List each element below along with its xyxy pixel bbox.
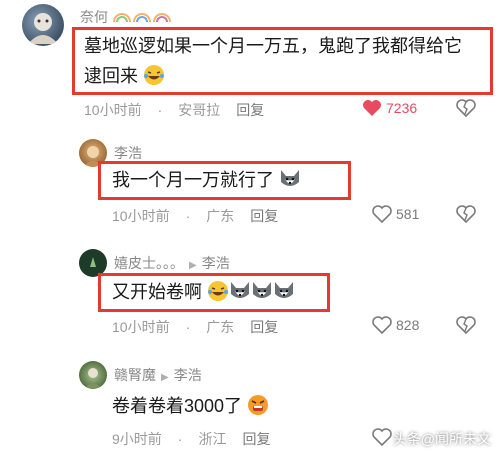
like-button[interactable]: 7236	[362, 99, 417, 117]
reply-arrow-icon: ▶	[189, 260, 197, 271]
timestamp: 9小时前	[112, 431, 162, 447]
timestamp: 10小时前	[112, 208, 170, 224]
timestamp: 10小时前	[84, 102, 142, 118]
location-dot: ·	[157, 102, 163, 118]
reply-button[interactable]: 回复	[250, 208, 278, 224]
rainbow-badge-icon	[113, 13, 171, 23]
location-dot: ·	[185, 319, 191, 335]
heart-icon	[372, 316, 392, 334]
like-count: 828	[396, 317, 420, 333]
like-button[interactable]: 581	[372, 205, 419, 223]
location-dot: ·	[177, 431, 183, 447]
username[interactable]: 奈何	[80, 7, 108, 27]
heart-icon	[372, 205, 392, 223]
comment-text: 我一个月一万就行了	[112, 167, 301, 193]
comment-text-line1: 墓地巡逻如果一个月一万五，鬼跑了我都得给它	[84, 36, 462, 56]
comment-text-line2: 逮回来	[84, 66, 138, 86]
avatar-image	[28, 13, 58, 44]
broken-heart-icon[interactable]	[456, 205, 476, 223]
username[interactable]: 嬉皮士。。。 ▶ 李浩	[114, 253, 230, 273]
comment-text: 卷着卷着3000了	[112, 393, 269, 419]
comment-meta: 10小时前 · 广东 回复	[112, 317, 294, 337]
comment-text: 又开始卷啊	[112, 279, 295, 305]
reply-arrow-icon: ▶	[161, 372, 169, 383]
avatar[interactable]	[22, 4, 64, 46]
laugh-cry-emoji	[208, 281, 229, 301]
avatar[interactable]	[79, 361, 107, 389]
location: 广东	[206, 208, 235, 224]
comment-meta: 10小时前 · 安哥拉 回复	[84, 100, 280, 120]
like-count: 581	[396, 206, 420, 222]
location: 安哥拉	[178, 102, 221, 118]
like-button[interactable]: 828	[372, 316, 419, 334]
broken-heart-icon[interactable]	[456, 316, 476, 334]
location: 浙江	[198, 431, 227, 447]
like-count: 7236	[386, 100, 418, 116]
reply-button[interactable]: 回复	[250, 319, 278, 335]
username[interactable]: 赣腎魔 ▶ 李浩	[114, 365, 202, 385]
laugh-cry-emoji	[144, 65, 165, 85]
broken-heart-icon[interactable]	[456, 99, 476, 117]
reply-to-username[interactable]: 李浩	[202, 255, 230, 271]
husky-emoji	[253, 282, 272, 298]
comment-meta: 10小时前 · 广东 回复	[112, 206, 294, 226]
reply-button[interactable]: 回复	[236, 102, 264, 118]
comment-text: 墓地巡逻如果一个月一万五，鬼跑了我都得给它 逮回来	[84, 33, 462, 89]
heart-icon[interactable]	[372, 428, 392, 446]
location-dot: ·	[185, 208, 191, 224]
angry-emoji	[248, 395, 269, 415]
reply-button[interactable]: 回复	[242, 431, 270, 447]
location: 广东	[206, 319, 235, 335]
heart-icon	[363, 100, 381, 116]
husky-emoji	[231, 282, 250, 298]
avatar-image	[84, 368, 102, 389]
husky-emoji	[281, 170, 300, 186]
watermark: 头条@闻所未文	[392, 431, 491, 447]
username[interactable]: 李浩	[114, 143, 142, 163]
timestamp: 10小时前	[112, 319, 170, 335]
comment-meta: 9小时前 · 浙江 回复	[112, 429, 286, 449]
husky-emoji	[275, 282, 294, 298]
reply-to-username[interactable]: 李浩	[174, 367, 202, 383]
